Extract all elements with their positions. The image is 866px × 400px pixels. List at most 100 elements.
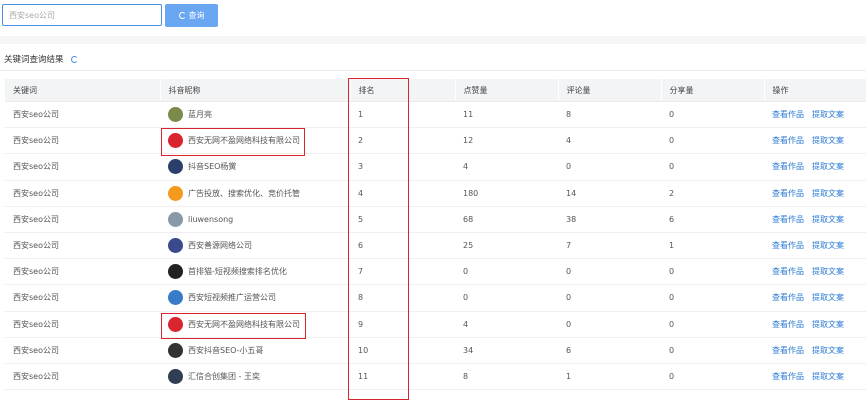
avatar (168, 133, 183, 149)
cell-likes: 180 (455, 180, 558, 207)
cell-shares: 0 (661, 311, 764, 338)
nickname-text: liuwensong (188, 214, 234, 224)
extract-copy-link[interactable]: 提取文案 (812, 320, 844, 329)
cell-actions: 查看作品 提取文案 (764, 153, 866, 181)
nickname-text: 西安善源网络公司 (188, 241, 252, 251)
cell-likes: 68 (455, 206, 558, 233)
extract-copy-link[interactable]: 提取文案 (812, 241, 844, 250)
search-input[interactable] (2, 4, 162, 26)
cell-comments: 14 (558, 180, 661, 207)
extract-copy-link[interactable]: 提取文案 (812, 267, 844, 276)
cell-keyword: 西安seo公司 (5, 363, 160, 391)
cell-comments: 8 (558, 101, 661, 129)
cell-nickname: 汇信合创集团 - 王奕 (160, 363, 350, 391)
table-row: 西安seo公司 广告投放、搜索优化、竞价托管 4 180 14 2 查看作品 提取文案 (5, 180, 866, 207)
cell-rank: 6 (350, 232, 455, 260)
cell-likes: 11 (455, 101, 558, 129)
cell-shares: 2 (661, 180, 764, 207)
cell-nickname: 西安无网不盈网络科技有限公司 (160, 311, 350, 338)
nickname-text: 西安无网不盈网络科技有限公司 (188, 319, 300, 329)
cell-keyword: 西安seo公司 (5, 153, 160, 181)
cell-rank: 7 (350, 258, 455, 286)
view-works-link[interactable]: 查看作品 (772, 372, 804, 381)
cell-actions: 查看作品 提取文案 (764, 311, 866, 338)
avatar (168, 290, 183, 306)
view-works-link[interactable]: 查看作品 (772, 189, 804, 198)
cell-keyword: 西安seo公司 (5, 127, 160, 155)
query-button[interactable]: 查询 (165, 4, 218, 27)
nickname-text: 抖音SEO杨黉 (188, 162, 237, 172)
cell-nickname: 西安无网不盈网络科技有限公司 (160, 127, 350, 155)
extract-copy-link[interactable]: 提取文案 (812, 346, 844, 355)
avatar (168, 238, 183, 254)
view-works-link[interactable]: 查看作品 (772, 136, 804, 145)
extract-copy-link[interactable]: 提取文案 (812, 162, 844, 171)
cell-keyword: 西安seo公司 (5, 284, 160, 312)
view-works-link[interactable]: 查看作品 (772, 267, 804, 276)
cell-nickname: 抖音SEO杨黉 (160, 153, 350, 181)
cell-rank: 4 (350, 180, 455, 207)
cell-comments: 0 (558, 153, 661, 181)
nickname-text: 西安抖音SEO-小五哥 (188, 345, 264, 355)
cell-likes: 4 (455, 153, 558, 181)
avatar (168, 159, 183, 175)
view-works-link[interactable]: 查看作品 (772, 320, 804, 329)
cell-actions: 查看作品 提取文案 (764, 258, 866, 286)
cell-shares: 6 (661, 206, 764, 233)
table-row: 西安seo公司 西安抖音SEO-小五哥 10 34 6 0 查看作品 提取文案 (5, 337, 866, 364)
cell-shares: 1 (661, 232, 764, 260)
header-comments: 评论量 (558, 79, 662, 102)
avatar (168, 107, 183, 123)
header-rank: 排名 (350, 79, 456, 102)
extract-copy-link[interactable]: 提取文案 (812, 189, 844, 198)
view-works-link[interactable]: 查看作品 (772, 241, 804, 250)
cell-nickname: 首排猫-短视频搜索排名优化 (160, 258, 350, 286)
cell-rank: 2 (350, 127, 455, 155)
table-header-row: 关键词 抖音昵称 排名 点赞量 评论量 分享量 操作 (5, 79, 866, 102)
view-works-link[interactable]: 查看作品 (772, 162, 804, 171)
extract-copy-link[interactable]: 提取文案 (812, 215, 844, 224)
table-row: 西安seo公司 西安无网不盈网络科技有限公司 2 12 4 0 查看作品 提取文案 (5, 127, 866, 155)
cell-nickname: 西安抖音SEO-小五哥 (160, 337, 350, 364)
cell-keyword: 西安seo公司 (5, 337, 160, 364)
query-button-label: 查询 (188, 11, 205, 20)
section-divider (0, 36, 866, 44)
view-works-link[interactable]: 查看作品 (772, 110, 804, 119)
cell-rank: 11 (350, 363, 455, 391)
view-works-link[interactable]: 查看作品 (772, 293, 804, 302)
table-row: 西安seo公司 西安善源网络公司 6 25 7 1 查看作品 提取文案 (5, 232, 866, 260)
cell-likes: 4 (455, 311, 558, 338)
nickname-text: 广告投放、搜索优化、竞价托管 (188, 188, 300, 198)
cell-actions: 查看作品 提取文案 (764, 206, 866, 233)
table-row: 西安seo公司 汇信合创集团 - 王奕 11 8 1 0 查看作品 提取文案 (5, 363, 866, 391)
extract-copy-link[interactable]: 提取文案 (812, 136, 844, 145)
cell-comments: 7 (558, 232, 661, 260)
nickname-text: 西安短视频推广运营公司 (188, 293, 276, 303)
extract-copy-link[interactable]: 提取文案 (812, 110, 844, 119)
extract-copy-link[interactable]: 提取文案 (812, 293, 844, 302)
cell-actions: 查看作品 提取文案 (764, 337, 866, 364)
cell-rank: 10 (350, 337, 455, 364)
extract-copy-link[interactable]: 提取文案 (812, 372, 844, 381)
cell-rank: 8 (350, 284, 455, 312)
cell-shares: 0 (661, 153, 764, 181)
avatar (168, 316, 183, 332)
cell-rank: 5 (350, 206, 455, 233)
cell-shares: 0 (661, 284, 764, 312)
cell-shares: 0 (661, 101, 764, 129)
avatar (168, 342, 183, 358)
cell-actions: 查看作品 提取文案 (764, 363, 866, 391)
table-row: 西安seo公司 西安短视频推广运营公司 8 0 0 0 查看作品 提取文案 (5, 284, 866, 312)
avatar (168, 185, 183, 201)
cell-keyword: 西安seo公司 (5, 258, 160, 286)
cell-rank: 9 (350, 311, 455, 338)
title-underline (0, 70, 866, 71)
cell-shares: 0 (661, 363, 764, 391)
view-works-link[interactable]: 查看作品 (772, 346, 804, 355)
cell-nickname: 西安善源网络公司 (160, 232, 350, 260)
cell-keyword: 西安seo公司 (5, 311, 160, 338)
view-works-link[interactable]: 查看作品 (772, 215, 804, 224)
cell-comments: 38 (558, 206, 661, 233)
header-keyword: 关键词 (5, 79, 161, 102)
avatar (168, 264, 183, 280)
